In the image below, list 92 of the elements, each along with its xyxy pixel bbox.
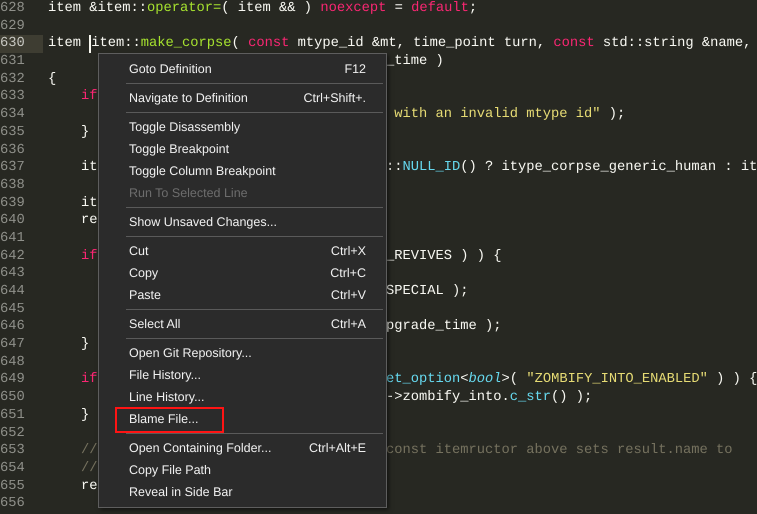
line-number: 648	[0, 354, 26, 372]
code-text: if	[80, 88, 98, 106]
menu-item[interactable]: Open Git Repository...	[99, 342, 386, 364]
code-text: re	[80, 478, 98, 496]
code-text: );	[608, 106, 626, 124]
code-text: =	[394, 0, 404, 18]
code-comment: //	[80, 460, 98, 478]
code-text: if	[80, 371, 98, 390]
menu-item[interactable]: Line History...	[99, 386, 386, 408]
code-text: _time )	[386, 53, 444, 71]
line-number: 643	[0, 265, 26, 284]
line-number: 649	[0, 371, 26, 390]
line-number: 637	[0, 159, 26, 177]
code-text: item &item::	[48, 0, 148, 18]
line-number: 628	[0, 0, 26, 18]
line-number: 631	[0, 53, 26, 71]
code-text: item	[48, 35, 82, 54]
menu-item[interactable]: File History...	[99, 364, 386, 386]
code-text: ;	[468, 0, 478, 18]
code-text: }	[80, 406, 90, 424]
code-text: ->zombify_into.	[386, 389, 510, 407]
line-number: 644	[0, 283, 26, 301]
menu-item[interactable]: Cut Ctrl+X	[99, 240, 386, 262]
code-text: if	[80, 248, 98, 266]
menu-item[interactable]: Open Containing Folder... Ctrl+Alt+E	[99, 437, 386, 459]
line-number: 654	[0, 460, 26, 478]
line-number: 656	[0, 495, 26, 513]
menu-item[interactable]: Goto Definition F12	[99, 58, 386, 80]
code-text: () ? itype_corpse_generic_human : it	[460, 159, 757, 177]
line-number: 652	[0, 424, 26, 442]
code-text: with an invalid mtype id"	[393, 106, 601, 124]
menu-item[interactable]: Toggle Column Breakpoint	[99, 160, 386, 182]
line-number: 645	[0, 300, 26, 318]
code-text: make_corpse	[140, 35, 232, 54]
code-text: operator=	[147, 0, 222, 18]
code-text: default	[411, 0, 469, 18]
code-comment: const itemructor above sets result.name to	[386, 442, 733, 460]
code-text: SPECIAL );	[386, 283, 469, 301]
menu-item[interactable]: Reveal in Side Bar	[99, 481, 386, 503]
code-text: c_str	[510, 389, 552, 407]
line-number: 641	[0, 230, 26, 248]
line-number: 651	[0, 406, 26, 425]
line-number: 632	[0, 70, 26, 88]
line-number: 647	[0, 336, 26, 354]
line-number: 653	[0, 442, 26, 460]
code-text: >(	[502, 371, 520, 390]
line-number: 650	[0, 389, 26, 407]
menu-item[interactable]: Select All Ctrl+A	[99, 313, 386, 335]
code-text: mtype_id &mt, time_point turn,	[296, 35, 546, 54]
code-text: NULL_ID	[402, 159, 460, 177]
line-number: 642	[0, 248, 26, 266]
code-text: }	[80, 124, 90, 142]
code-text: }	[80, 336, 90, 354]
code-text: std::string &name,	[602, 35, 752, 54]
code-comment: //	[80, 442, 98, 460]
code-text: bool	[468, 371, 502, 390]
menu-item[interactable]: Toggle Disassembly	[99, 116, 386, 138]
line-number: 646	[0, 318, 26, 336]
line-number: 634	[0, 106, 26, 124]
line-number: 638	[0, 176, 26, 195]
menu-item[interactable]: Show Unsaved Changes...	[99, 211, 386, 233]
line-number: 629	[0, 18, 26, 36]
menu-item[interactable]: Blame File...	[99, 408, 386, 430]
code-text: noexcept	[320, 0, 386, 18]
line-number: 635	[0, 124, 26, 142]
code-text: ( item && )	[221, 0, 314, 18]
menu-item[interactable]: Copy Ctrl+C	[99, 262, 386, 284]
code-text: et_option	[386, 371, 460, 390]
menu-item[interactable]: Copy File Path	[99, 459, 386, 481]
code-text: const	[248, 35, 290, 54]
line-number: 655	[0, 478, 26, 496]
code-text: pgrade_time );	[386, 318, 502, 336]
code-text: () );	[551, 389, 592, 407]
code-text: "ZOMBIFY_INTO_ENABLED"	[526, 371, 708, 390]
line-number: 640	[0, 212, 26, 230]
code-text: it	[80, 194, 98, 212]
code-text: ::	[386, 159, 403, 177]
code-text: ) ) {	[715, 371, 757, 390]
line-number: 633	[0, 88, 26, 106]
code-text: {	[48, 70, 56, 88]
menu-item[interactable]: Paste Ctrl+V	[99, 284, 386, 306]
code-text: re	[80, 212, 98, 230]
line-number: 636	[0, 142, 26, 160]
code-text: _REVIVES ) ) {	[386, 248, 502, 266]
menu-item[interactable]: Navigate to Definition Ctrl+Shift+.	[99, 87, 386, 109]
code-text: <	[460, 371, 469, 390]
code-text: (	[232, 35, 241, 54]
code-text: const	[553, 35, 595, 54]
menu-item[interactable]: Toggle Breakpoint	[99, 138, 386, 160]
line-number: 630	[0, 35, 43, 54]
line-number: 639	[0, 194, 26, 212]
code-text: it	[80, 159, 98, 177]
